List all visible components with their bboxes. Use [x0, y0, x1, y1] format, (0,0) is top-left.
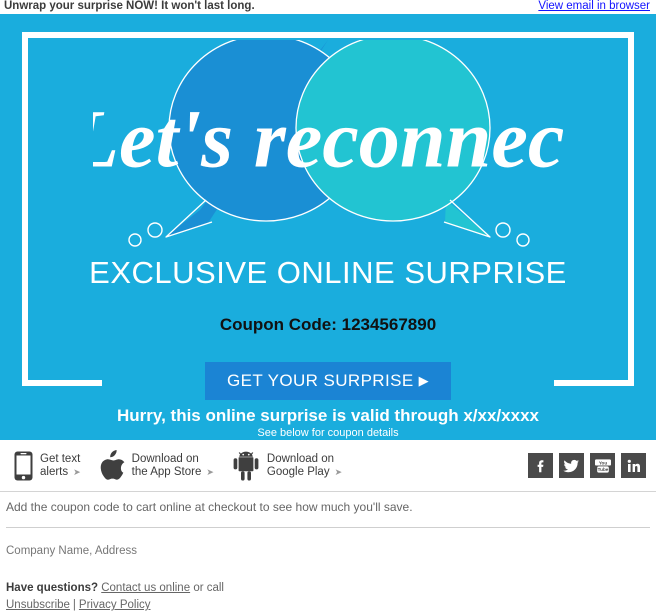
google-play-line1: Download on	[266, 452, 335, 465]
facebook-button[interactable]	[528, 453, 553, 478]
linkedin-icon	[627, 459, 640, 472]
cta-arrow-icon: ▶	[418, 373, 429, 388]
google-play-line2: Google Play	[266, 465, 330, 478]
mobile-phone-icon	[14, 451, 33, 480]
view-in-browser-link[interactable]: View email in browser	[538, 0, 650, 13]
app-store-line2: the App Store	[131, 465, 202, 478]
have-questions-label: Have questions?	[6, 582, 99, 594]
get-text-alerts-link[interactable]: Get text alerts ➤	[14, 451, 81, 481]
coupon-fineprint-text: See below for coupon details	[257, 427, 399, 439]
policy-line: Unsubscribe | Privacy Policy	[6, 597, 650, 614]
google-play-link[interactable]: Download on Google Play ➤	[232, 451, 342, 481]
preheader-bar: Unwrap your surprise NOW! It won't last …	[0, 0, 656, 14]
get-text-alerts-line2: alerts	[40, 465, 69, 478]
speech-bubbles-illustration	[128, 40, 530, 247]
bubble-dots-left	[128, 222, 163, 247]
chevron-right-icon: ➤	[73, 466, 81, 477]
legal-links-block: Have questions? Contact us online or cal…	[0, 559, 656, 614]
get-text-alerts-line2-row: alerts ➤	[40, 466, 81, 479]
youtube-icon: You Tube	[594, 458, 611, 473]
coupon-instructions-text: Add the coupon code to cart online at ch…	[6, 500, 413, 514]
chevron-right-icon: ➤	[206, 466, 214, 477]
get-text-alerts-line1: Get text	[40, 452, 81, 465]
linkedin-button[interactable]	[621, 453, 646, 478]
chevron-right-icon: ➤	[334, 466, 343, 477]
cta-container: GET YOUR SURPRISE ▶	[0, 362, 656, 400]
app-store-link[interactable]: Download on the App Store ➤	[99, 450, 214, 481]
twitter-icon	[563, 459, 579, 472]
cta-label: GET YOUR SURPRISE	[226, 371, 414, 390]
hero-subheadline: EXCLUSIVE ONLINE SURPRISE	[89, 255, 567, 290]
google-play-line2-row: Google Play ➤	[267, 466, 342, 479]
preheader-text: Unwrap your surprise NOW! It won't last …	[4, 0, 255, 12]
android-robot-icon	[233, 451, 259, 480]
twitter-button[interactable]	[559, 453, 584, 478]
app-download-bar: Get text alerts ➤ Download on the App Sto…	[0, 440, 656, 492]
urgency-text: Hurry, this online surprise is valid thr…	[117, 406, 539, 425]
bubble-dots-right	[495, 222, 530, 247]
coupon-code-text: Coupon Code: 1234567890	[219, 315, 437, 334]
svg-text:You: You	[598, 460, 607, 465]
hero-banner: Let's reconnect EXCLUSIVE ONLINE SURPRIS…	[0, 14, 656, 440]
youtube-button[interactable]: You Tube	[590, 453, 615, 478]
contact-us-online-link[interactable]: Contact us online	[101, 582, 190, 594]
facebook-icon	[537, 459, 543, 472]
app-store-line1: Download on	[131, 452, 199, 465]
get-your-surprise-button[interactable]: GET YOUR SURPRISE ▶	[204, 362, 451, 400]
speech-bubble-right-shape	[295, 40, 491, 238]
svg-text:Tube: Tube	[597, 467, 608, 472]
contact-line: Have questions? Contact us online or cal…	[6, 580, 650, 597]
or-call-label: or call	[193, 582, 224, 594]
social-links: You Tube	[528, 453, 646, 478]
company-address-text: Company Name, Address	[6, 545, 138, 557]
apple-logo-icon	[100, 450, 125, 480]
app-store-line2-row: the App Store ➤	[132, 466, 214, 479]
